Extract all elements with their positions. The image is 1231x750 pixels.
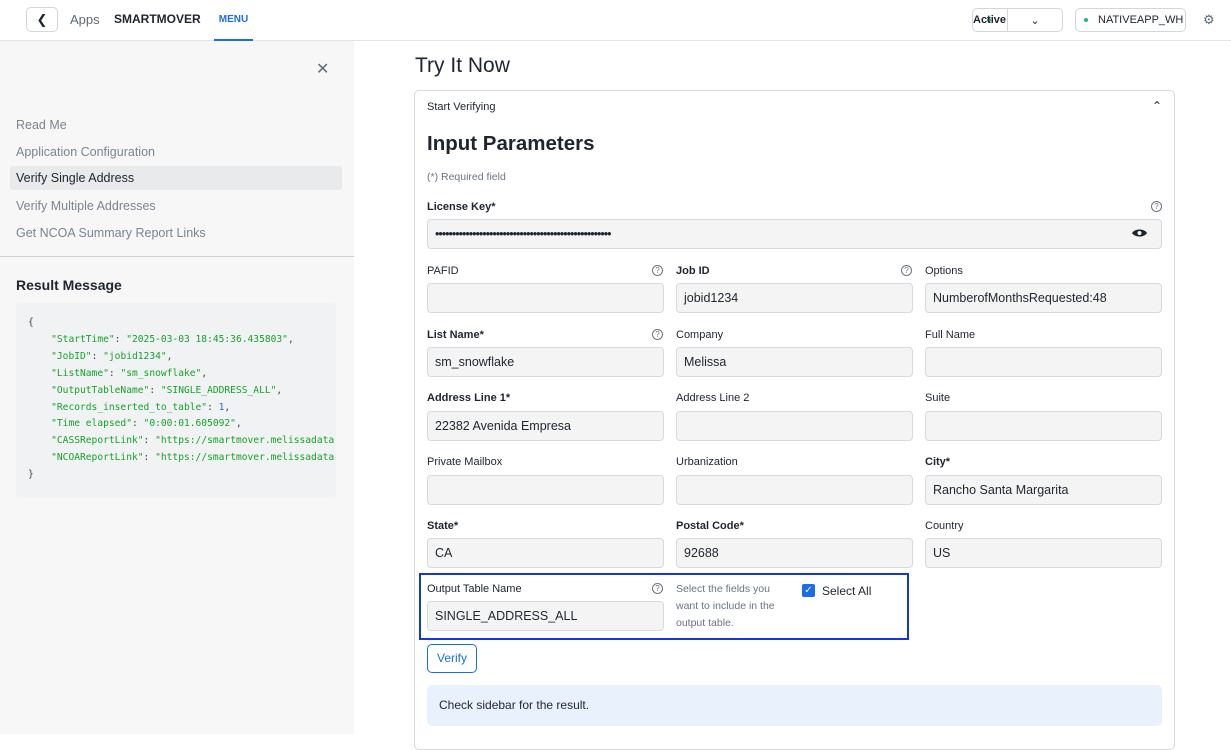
help-icon[interactable]: ? (652, 265, 663, 276)
sidebar-item-verify-multiple-addresses[interactable]: Verify Multiple Addresses (16, 199, 156, 213)
code-line: "Time elapsed": "0:00:01.605092", (51, 418, 242, 430)
sidebar-item-get-ncoa-summary[interactable]: Get NCOA Summary Report Links (16, 226, 206, 240)
sidebar-item-verify-single-address[interactable]: Verify Single Address (10, 166, 342, 190)
postal-code-label: Postal Code* (676, 520, 744, 532)
output-table-input[interactable]: SINGLE_ADDRESS_ALL (427, 601, 664, 631)
full-name-label: Full Name (925, 329, 976, 341)
result-message-title: Result Message (16, 277, 122, 293)
section-title: Input Parameters (427, 132, 595, 155)
warehouse-selector[interactable]: NATIVEAPP_WH (1075, 8, 1186, 32)
fields-hint: Select the fields you want to include in… (676, 583, 775, 629)
select-all-checkbox[interactable]: ✓ (802, 584, 815, 597)
output-table-label: Output Table Name (427, 583, 522, 595)
chevron-left-icon: ❮ (36, 11, 48, 27)
address-line2-label: Address Line 2 (676, 392, 750, 404)
required-note: (*) Required field (427, 171, 506, 183)
pafid-input[interactable] (427, 283, 664, 313)
code-brace-open: { (28, 317, 34, 328)
top-bar: ❮ Apps SMARTMOVER MENU Active ⌄ NATIVEAP… (0, 0, 1231, 41)
info-message: Check sidebar for the result. (427, 685, 1162, 726)
sidebar: ✕ Read Me Application Configuration Veri… (0, 41, 354, 734)
private-mailbox-input[interactable] (427, 475, 664, 505)
chevron-down-icon[interactable]: ⌄ (1008, 14, 1062, 27)
private-mailbox-label: Private Mailbox (427, 456, 503, 468)
country-input[interactable]: US (925, 538, 1162, 568)
code-line: "ListName": "sm_snowflake", (51, 367, 208, 379)
card-header[interactable]: Start Verifying (427, 101, 495, 113)
license-key-label: License Key* (427, 201, 496, 213)
sidebar-item-application-configuration[interactable]: Application Configuration (16, 145, 155, 159)
chevron-up-icon[interactable]: ⌃ (1152, 99, 1162, 113)
code-line: "CASSReportLink": "https://smartmover.me… (51, 435, 335, 447)
warehouse-label: NATIVEAPP_WH (1098, 14, 1184, 26)
job-id-input[interactable]: jobid1234 (676, 283, 913, 313)
options-input[interactable]: NumberofMonthsRequested:48 (925, 283, 1162, 313)
suite-label: Suite (925, 392, 951, 404)
suite-input[interactable] (925, 411, 1162, 441)
postal-code-input[interactable]: 92688 (676, 538, 913, 568)
company-label: Company (676, 329, 724, 341)
status-dropdown[interactable]: Active ⌄ (972, 8, 1063, 32)
city-label: City* (925, 456, 951, 468)
country-label: Country (925, 520, 964, 532)
city-input[interactable]: Rancho Santa Margarita (925, 475, 1162, 505)
eye-icon[interactable] (1132, 228, 1147, 238)
pafid-label: PAFID (427, 265, 459, 277)
code-line: "StartTime": "2025-03-03 18:45:36.435803… (51, 333, 294, 345)
job-id-label: Job ID (676, 265, 710, 277)
page-title: Try It Now (415, 54, 510, 77)
license-key-input[interactable]: ••••••••••••••••••••••••••••••••••••••••… (427, 219, 1162, 249)
code-line: "Records_inserted_to_table": 1, (51, 401, 231, 413)
full-name-input[interactable] (925, 347, 1162, 377)
select-all-label[interactable]: Select All (822, 584, 871, 598)
address-line2-input[interactable] (676, 411, 913, 441)
list-name-input[interactable]: sm_snowflake (427, 347, 664, 377)
tab-menu[interactable]: MENU (214, 0, 253, 41)
code-line: "JobID": "jobid1234", (51, 350, 173, 362)
verify-card: Start Verifying ⌃ Input Parameters (*) R… (414, 90, 1175, 750)
options-label: Options (925, 265, 963, 277)
sidebar-item-read-me[interactable]: Read Me (16, 118, 67, 132)
code-line: "OutputTableName": "SINGLE_ADDRESS_ALL", (51, 384, 283, 396)
company-input[interactable]: Melissa (676, 347, 913, 377)
help-icon[interactable]: ? (1151, 201, 1162, 212)
warehouse-dot-icon (1084, 18, 1088, 22)
list-name-label: List Name* (427, 329, 484, 341)
status-label: Active (973, 14, 1007, 26)
state-input[interactable]: CA (427, 538, 664, 568)
gear-icon[interactable]: ⚙ (1203, 12, 1215, 28)
verify-button[interactable]: Verify (427, 644, 477, 673)
divider (0, 256, 354, 257)
help-icon[interactable]: ? (652, 329, 663, 340)
breadcrumb-app-name: SMARTMOVER (114, 12, 201, 26)
address-line1-label: Address Line 1* (427, 392, 511, 404)
breadcrumb-apps[interactable]: Apps (70, 12, 100, 27)
main-content: Try It Now Start Verifying ⌃ Input Param… (354, 41, 1231, 750)
result-code-block: { "StartTime": "2025-03-03 18:45:36.4358… (16, 303, 336, 498)
license-key-value: ••••••••••••••••••••••••••••••••••••••••… (435, 227, 612, 241)
state-label: State* (427, 520, 459, 532)
help-icon[interactable]: ? (652, 583, 663, 594)
code-brace-close: } (28, 469, 34, 481)
code-line: "NCOAReportLink": "https://smartmover.me… (51, 452, 335, 464)
urbanization-input[interactable] (676, 475, 913, 505)
help-icon[interactable]: ? (901, 265, 912, 276)
urbanization-label: Urbanization (676, 456, 738, 468)
address-line1-input[interactable]: 22382 Avenida Empresa (427, 411, 664, 441)
close-icon[interactable]: ✕ (316, 59, 329, 79)
back-button[interactable]: ❮ (26, 7, 58, 32)
